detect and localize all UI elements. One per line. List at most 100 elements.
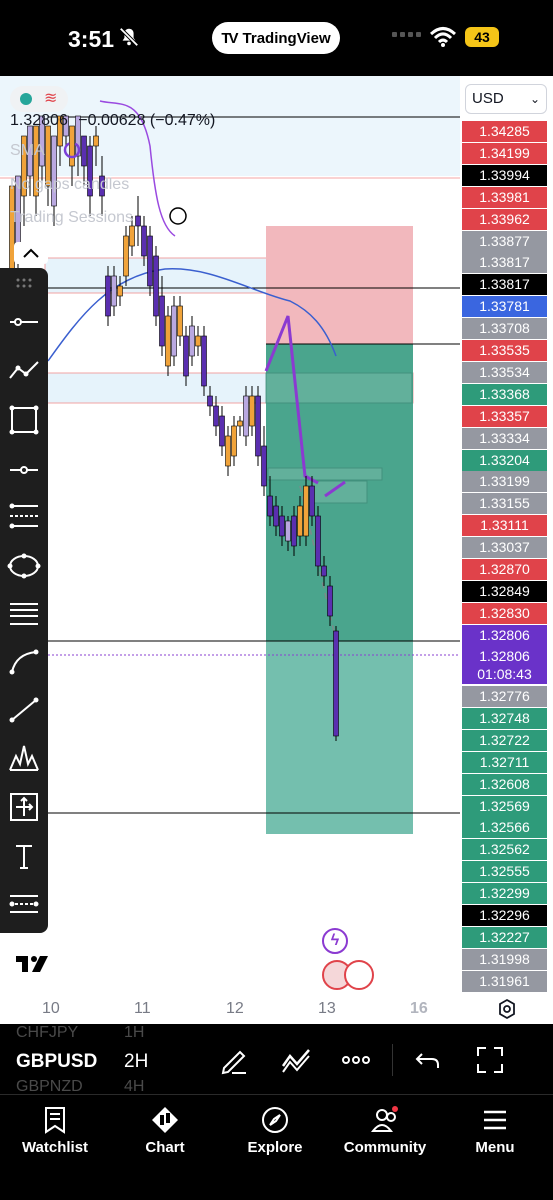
position-tool[interactable] [6,888,42,920]
candle-body [105,275,111,317]
parallel-lines-tool[interactable] [6,598,42,630]
text-tool[interactable] [6,840,42,872]
hamburger-menu-icon [484,1110,506,1130]
ellipse-tool[interactable] [6,550,42,582]
candle-body [297,505,303,537]
bar-countdown: 01:08:43 [477,666,532,682]
indicator-sessions[interactable]: Trading Sessions [10,209,133,227]
indicator-no-gaps[interactable]: No gaps candles [10,176,129,194]
wave-icon: ≋ [44,90,58,107]
gear-icon[interactable] [496,998,518,1020]
ghost-timeframe-above: 1H [124,1024,145,1041]
indicator-sma[interactable]: SMA [10,142,45,160]
legend-toggle[interactable]: ≋ [10,86,68,112]
tab-label: Watchlist [21,1139,89,1156]
candle-body [189,325,195,357]
timeframe-selector[interactable]: 2H [124,1051,148,1073]
trend-line-tool[interactable] [6,306,42,338]
price-scale-label: 1.33155 [462,493,547,515]
tab-chart[interactable]: Chart [110,1095,220,1165]
undo-icon[interactable] [412,1044,444,1076]
app-indicator-pill[interactable]: TV TradingView [212,22,340,54]
battery-indicator: 43 [465,27,499,47]
drag-handle[interactable] [6,274,42,306]
price-scale-label: 1.32566 [462,817,547,839]
time-label: 12 [226,1000,244,1017]
signal-icon [392,32,421,37]
lightning-icon[interactable]: ϟ [322,928,348,954]
price-scale-label: 1.34285 [462,121,547,142]
indicators-icon[interactable] [280,1044,312,1076]
ray-icon [9,697,39,723]
currency-select[interactable]: USD ⌄ [465,84,547,114]
time-label: 16 [410,1000,428,1017]
price-scale-label: 1.33357 [462,405,547,427]
path-tool-icon [9,361,39,379]
candle-body [135,215,141,227]
ghost-symbol-above: CHFJPY [16,1024,79,1041]
path-tool[interactable] [6,354,42,386]
curve-tool[interactable] [6,646,42,678]
tab-bar: Watchlist Chart Explore Community Menu [0,1094,553,1200]
candle-body [93,135,99,147]
collapse-toolbar-button[interactable] [14,242,48,264]
price-scale-label: 1.32555 [462,861,547,883]
tradingview-logo-icon: TV [221,29,238,47]
pencil-icon[interactable] [218,1044,250,1076]
fib-tool[interactable] [6,500,42,532]
tab-explore[interactable]: Explore [220,1095,330,1165]
candle-body [285,520,291,542]
measure-tool[interactable] [6,790,42,822]
currency-label: USD [472,90,504,107]
pattern-tool[interactable] [6,742,42,774]
candle-body [129,225,135,247]
tab-label: Community [343,1139,427,1156]
chart-area[interactable]: ≋ 1.32806 −0.00628 (−0.47%) SMA No gaps … [0,76,553,996]
candle-body [123,235,129,277]
price-scale-label: 1.33817 [462,252,547,274]
price-scale-label: 1.33534 [462,361,547,383]
lines-icon [10,603,38,625]
us-flag-icon[interactable] [344,960,374,990]
more-icon[interactable] [340,1044,372,1076]
price-scale-label: 1.33037 [462,537,547,559]
candle-body [279,515,285,537]
candle-body [213,405,219,427]
price-scale-label: 1.32608 [462,773,547,795]
time-axis[interactable]: 10 11 12 13 16 [0,996,553,1024]
candle-body [273,505,279,527]
fullscreen-icon[interactable] [474,1044,506,1076]
price-scale-label: 1.32830 [462,602,547,624]
candle-body [321,565,327,577]
chart-legend: ≋ 1.32806 −0.00628 (−0.47%) [10,86,216,130]
status-bar: 3:51 TV TradingView 43 [0,0,553,76]
tab-label: Chart [145,1139,185,1156]
candle-body [51,135,57,207]
price-scale-label: 1.32870 [462,559,547,580]
symbol-selector[interactable]: GBPUSD [16,1051,97,1073]
chart-candle-icon [152,1107,178,1133]
horizontal-ray-tool[interactable] [6,454,42,486]
wifi-icon [430,27,456,47]
tab-community[interactable]: Community [330,1095,440,1165]
price-scale-label: 1.32711 [462,751,547,773]
measure-icon [10,793,38,821]
price-scale-label: 1.33334 [462,427,547,449]
price-scale-label: 1.32569 [462,795,547,817]
refresh-icon[interactable] [62,140,82,160]
ray-tool[interactable] [6,694,42,726]
legend-change: −0.00628 (−0.47%) [78,112,216,129]
tab-menu[interactable]: Menu [440,1095,550,1165]
curve-icon [9,649,39,675]
price-scale-label: 1.33877 [462,230,547,252]
candle-body [249,395,255,427]
rectangle-tool[interactable] [6,404,42,436]
price-scale-label: 1.33204 [462,449,547,471]
price-scale-label: 1.32806 [462,624,547,646]
price-scale-label: 1.33994 [462,164,547,186]
price-scale-label: 1.32296 [462,905,547,926]
tab-watchlist[interactable]: Watchlist [0,1095,110,1165]
candle-body [225,435,231,467]
candle-body [147,235,153,287]
price-scale-label: 1.32227 [462,926,547,948]
